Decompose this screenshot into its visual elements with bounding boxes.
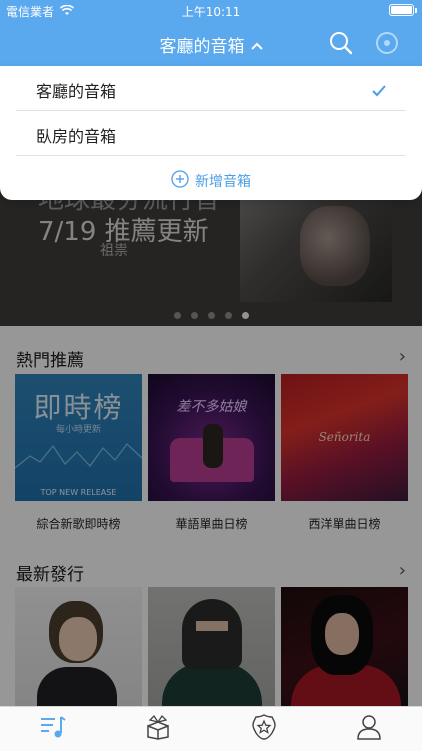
star-badge-icon [250, 713, 278, 745]
tab-profile[interactable] [349, 711, 389, 747]
tab-favorites[interactable] [244, 711, 284, 747]
status-bar: 電信業者 上午10:11 [0, 0, 422, 22]
tab-bar [0, 706, 422, 751]
speaker-selector[interactable]: 客廳的音箱 [0, 32, 422, 57]
plus-circle-icon [171, 170, 189, 192]
speaker-option[interactable]: 臥房的音箱 [36, 123, 406, 147]
speaker-device-icon[interactable] [374, 30, 402, 58]
nav-title-label: 客廳的音箱 [159, 37, 245, 57]
divider [16, 155, 406, 156]
tab-discover[interactable] [138, 711, 178, 747]
gift-box-icon [144, 714, 172, 744]
checkmark-icon [372, 82, 386, 97]
nav-bar: 客廳的音箱 [0, 22, 422, 66]
search-icon[interactable] [328, 30, 356, 58]
chevron-up-icon [250, 35, 263, 55]
speaker-option[interactable]: 客廳的音箱 [36, 78, 406, 102]
add-speaker-button[interactable]: 新增音箱 [0, 170, 422, 192]
divider [16, 110, 406, 111]
status-time: 上午10:11 [181, 5, 241, 19]
speaker-dropdown: 客廳的音箱 臥房的音箱 新增音箱 [0, 66, 422, 200]
add-speaker-label: 新增音箱 [195, 174, 251, 190]
tab-playlist[interactable] [33, 711, 73, 747]
playlist-icon [39, 715, 67, 743]
profile-icon [356, 714, 382, 744]
battery-icon [389, 4, 417, 16]
